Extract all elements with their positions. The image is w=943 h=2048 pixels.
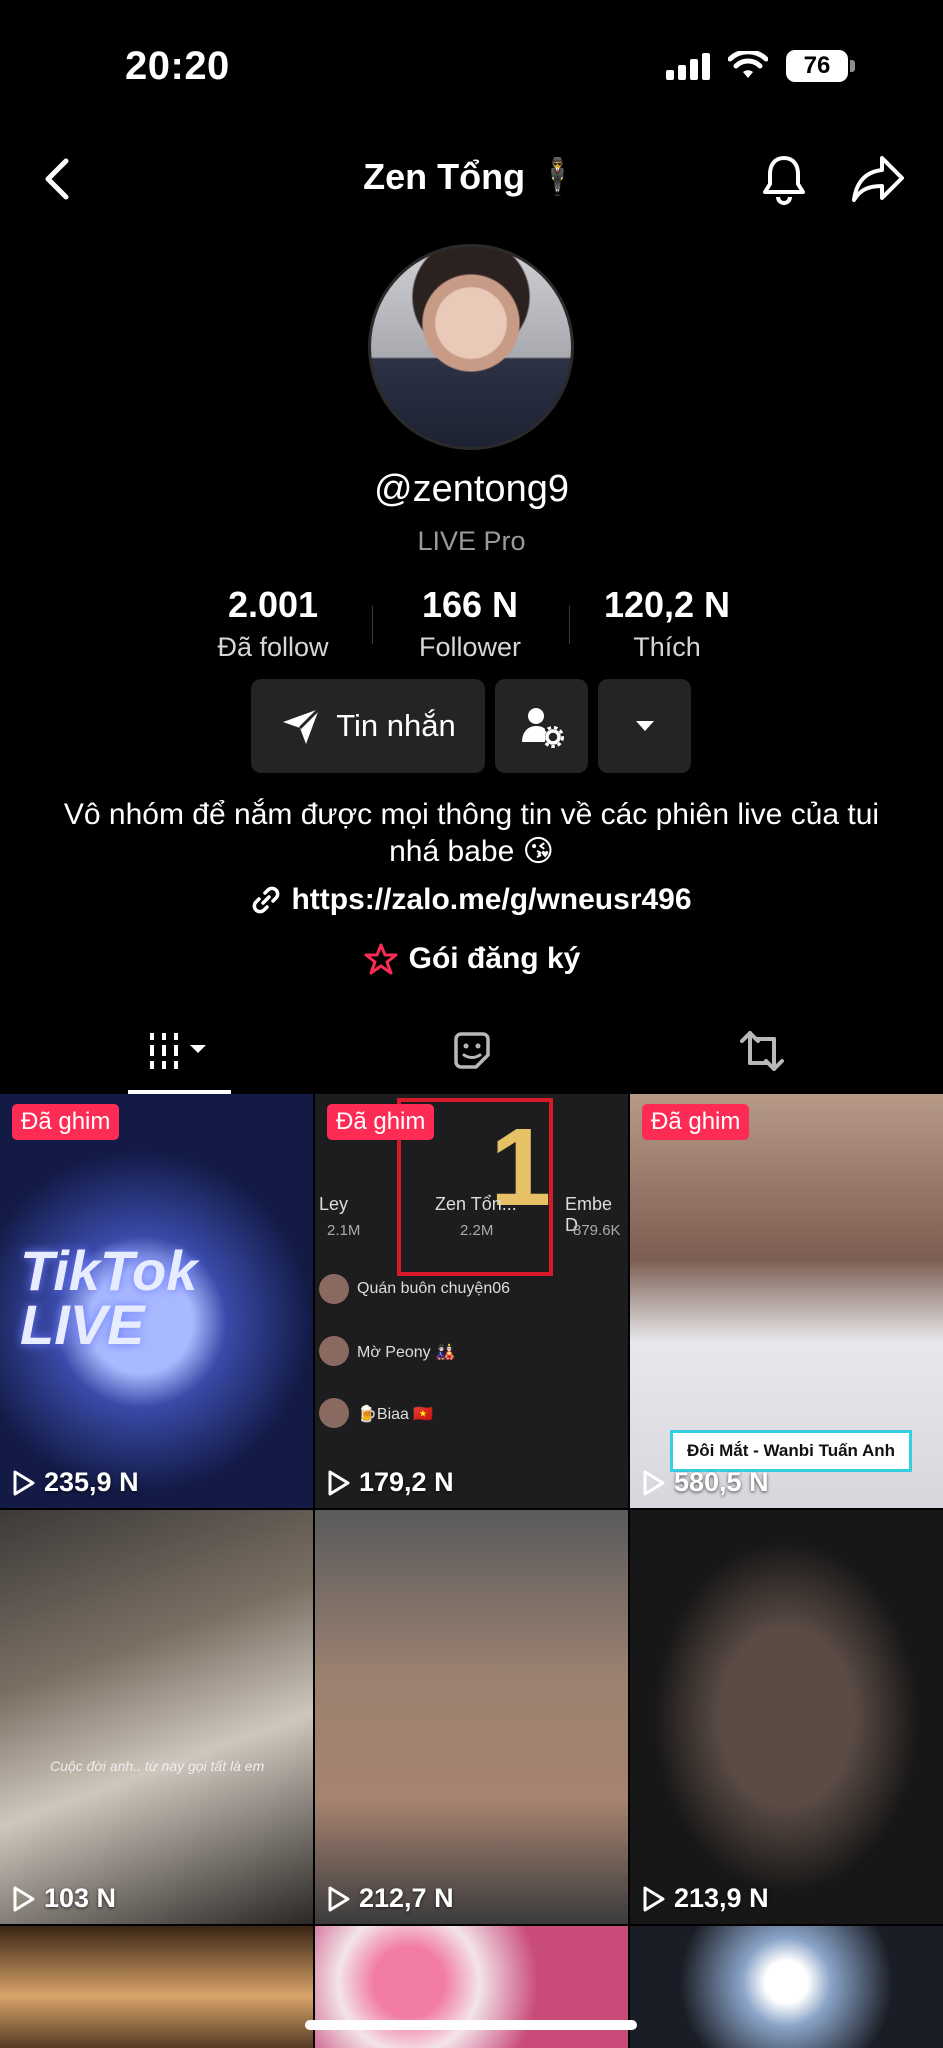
- battery-level: 76: [786, 50, 848, 82]
- notification-button[interactable]: [755, 150, 813, 208]
- video-tile[interactable]: [0, 1926, 313, 2048]
- view-count-text: 212,7 N: [359, 1883, 454, 1913]
- star-icon: [364, 943, 398, 975]
- rank-center-score: 2.2M: [460, 1222, 494, 1239]
- view-count: 212,7 N: [327, 1883, 454, 1914]
- caret-down-icon: [635, 721, 654, 731]
- profile-actions: Tin nhắn: [0, 679, 943, 773]
- video-tile[interactable]: Đôi Mắt - Wanbi Tuấn Anh Đã ghim 580,5 N: [630, 1094, 943, 1508]
- chat-avatar: [319, 1336, 349, 1366]
- home-indicator[interactable]: [305, 2020, 637, 2030]
- play-icon: [643, 1470, 665, 1495]
- video-tile[interactable]: TikTok LIVE Đã ghim 235,9 N: [0, 1094, 313, 1508]
- tab-reposts[interactable]: [605, 1010, 919, 1092]
- live-pro-badge: LIVE Pro: [417, 526, 526, 556]
- message-button-label: Tin nhắn: [336, 708, 456, 743]
- link-icon: [253, 886, 280, 914]
- battery-icon: 76: [786, 50, 855, 82]
- stat-likes[interactable]: 120,2 N Thích: [567, 584, 767, 663]
- subscription-label: Gói đăng ký: [408, 942, 581, 975]
- cellular-signal-icon: [666, 52, 710, 80]
- chat-line: Mờ Peony 🎎: [357, 1344, 455, 1361]
- view-count-text: 213,9 N: [674, 1883, 769, 1913]
- view-count: 235,9 N: [12, 1467, 139, 1498]
- likes-count: 120,2 N: [603, 584, 731, 625]
- followers-count: 166 N: [421, 584, 519, 625]
- share-button[interactable]: [848, 150, 908, 208]
- repost-icon: [740, 1031, 784, 1071]
- stat-following[interactable]: 2.001 Đã follow: [173, 584, 373, 663]
- song-title-tag: Đôi Mắt - Wanbi Tuấn Anh: [670, 1430, 913, 1472]
- view-count: 580,5 N: [642, 1467, 769, 1498]
- sticker-icon: [454, 1032, 490, 1069]
- rank-center-name: Zen Tổn...: [435, 1194, 517, 1214]
- view-count-text: 179,2 N: [359, 1467, 454, 1497]
- play-icon: [328, 1886, 350, 1911]
- view-count: 103 N: [12, 1883, 116, 1914]
- username: @zentong9: [374, 468, 569, 510]
- video-caption: Cuộc đời anh.. từ nay gọi tất là em: [50, 1758, 265, 1774]
- rank-left-score: 2.1M: [327, 1222, 361, 1239]
- profile-stats: 2.001 Đã follow 166 N Follower 120,2 N T…: [0, 584, 943, 664]
- view-count-text: 235,9 N: [44, 1467, 139, 1497]
- following-count: 2.001: [227, 584, 319, 625]
- pinned-badge: Đã ghim: [327, 1104, 435, 1140]
- status-icons: 76: [666, 50, 855, 82]
- play-icon: [13, 1470, 35, 1495]
- likes-label: Thích: [633, 632, 701, 662]
- tab-videos[interactable]: [22, 1010, 336, 1092]
- chat-avatar: [319, 1274, 349, 1304]
- user-gear-icon: [521, 708, 564, 748]
- rank-left-name: Ley: [319, 1194, 349, 1214]
- wifi-icon: [728, 51, 768, 78]
- following-label: Đã follow: [217, 632, 329, 662]
- avatar[interactable]: [368, 244, 574, 450]
- user-settings-button[interactable]: [495, 679, 588, 773]
- play-icon: [643, 1886, 665, 1911]
- view-count-text: 580,5 N: [674, 1467, 769, 1497]
- pinned-badge: Đã ghim: [642, 1104, 750, 1140]
- bio-link-text: https://zalo.me/g/wneusr496: [291, 883, 692, 916]
- video-tile[interactable]: [630, 1926, 943, 2048]
- stat-followers[interactable]: 166 N Follower: [370, 584, 570, 663]
- content-tabs: [0, 1010, 943, 1094]
- video-tile[interactable]: 213,9 N: [630, 1510, 943, 1924]
- status-time: 20:20: [125, 44, 230, 88]
- video-tile[interactable]: Cuộc đời anh.. từ nay gọi tất là em 103 …: [0, 1510, 313, 1924]
- play-icon: [328, 1470, 350, 1495]
- share-arrow-icon: [852, 156, 904, 202]
- chat-avatar: [319, 1398, 349, 1428]
- send-icon: [283, 707, 321, 744]
- chat-line: 🍺Biaa 🇻🇳: [357, 1406, 434, 1423]
- followers-label: Follower: [418, 632, 522, 662]
- profile-header: Zen Tổng 🕴️: [0, 140, 943, 220]
- view-count: 179,2 N: [327, 1467, 454, 1498]
- pinned-badge: Đã ghim: [12, 1104, 120, 1140]
- status-bar: 20:20 76: [0, 0, 943, 140]
- play-icon: [13, 1886, 35, 1911]
- chat-line: Quán buôn chuyện06: [357, 1280, 511, 1297]
- subscription-button[interactable]: Gói đăng ký: [0, 942, 943, 976]
- bio-link[interactable]: https://zalo.me/g/wneusr496: [0, 883, 943, 917]
- tab-favorites[interactable]: [315, 1010, 629, 1092]
- bell-icon: [763, 156, 805, 205]
- view-count-text: 103 N: [44, 1883, 117, 1913]
- more-dropdown-button[interactable]: [598, 679, 691, 773]
- message-button[interactable]: Tin nhắn: [251, 679, 485, 773]
- video-tile[interactable]: 212,7 N: [315, 1510, 628, 1924]
- rank-right-score: 879.6K: [573, 1222, 621, 1239]
- video-grid: TikTok LIVE Đã ghim 235,9 N 1 Ley 2.1M Z…: [0, 1094, 943, 2048]
- video-tile[interactable]: 1 Ley 2.1M Zen Tổn... 2.2M Embe D 879.6K…: [315, 1094, 628, 1508]
- videos-grid-icon: [150, 1033, 206, 1069]
- tiktok-live-overlay-text: TikTok LIVE: [20, 1239, 198, 1356]
- profile-bio: Vô nhóm để nắm được mọi thông tin về các…: [63, 798, 880, 868]
- view-count: 213,9 N: [642, 1883, 769, 1914]
